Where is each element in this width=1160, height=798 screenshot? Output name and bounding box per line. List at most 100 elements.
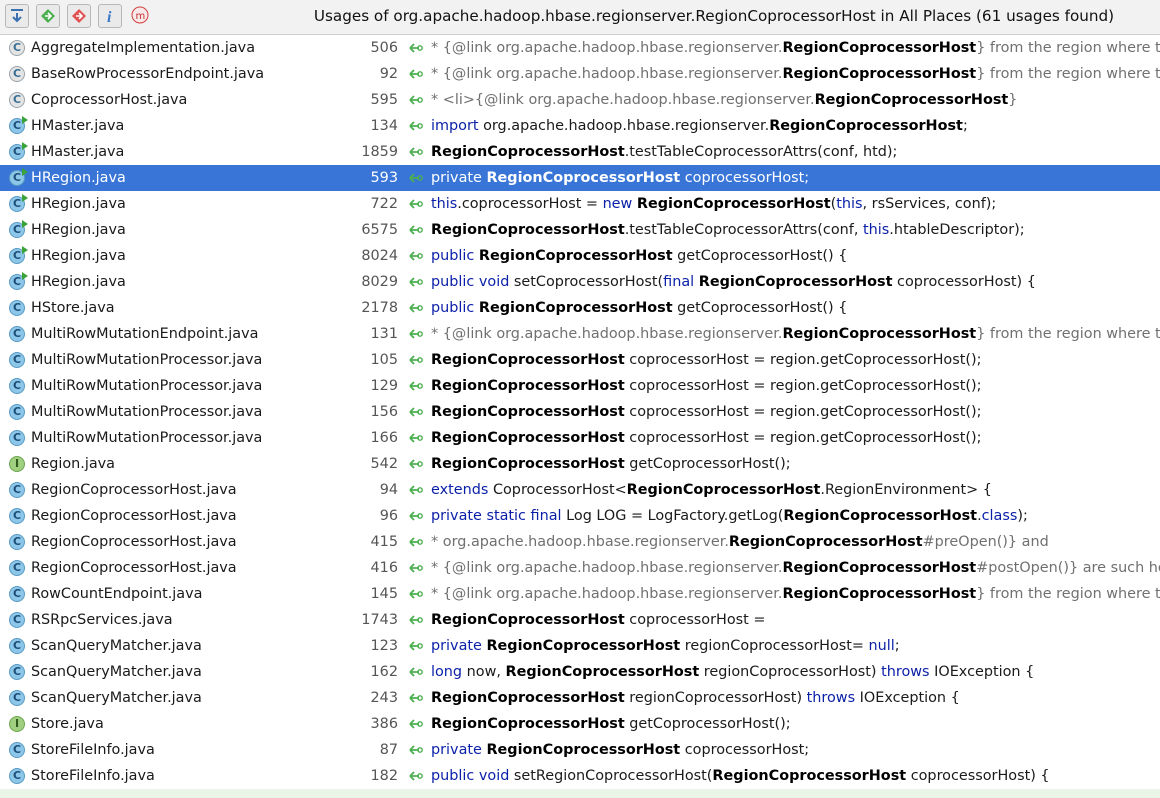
usage-row[interactable]: C HMaster.java 134 import org.apache.hadoop… <box>0 113 1160 139</box>
code-token: coprocessorHost) { <box>906 768 1050 784</box>
usage-row[interactable]: C MultiRowMutationProcessor.java 105 Region… <box>0 347 1160 373</box>
class-icon: C <box>9 560 25 576</box>
matched-symbol: RegionCoprocessorHost <box>782 40 977 56</box>
code-token: ; <box>894 638 900 654</box>
usage-row[interactable]: C HRegion.java 6575 RegionCoprocessorHost.t… <box>0 217 1160 243</box>
class-icon: C <box>9 612 25 628</box>
class-icon: C <box>9 638 25 654</box>
usage-arrow-icon <box>405 61 427 87</box>
code-token: } from the region where th <box>976 326 1160 342</box>
code-token: #postOpen()} are such ho <box>976 560 1160 576</box>
matched-symbol: RegionCoprocessorHost <box>431 690 625 706</box>
line-number: 415 <box>370 534 398 550</box>
usage-row[interactable]: C RegionCoprocessorHost.java 94 extends Cop… <box>0 477 1160 503</box>
usage-row[interactable]: C HRegion.java 593 private RegionCoprocesso… <box>0 165 1160 191</box>
class-icon: C <box>9 66 25 82</box>
usage-arrow-icon <box>405 607 427 633</box>
code-token: public void <box>431 274 514 290</box>
usage-row[interactable]: C StoreFileInfo.java 87 private RegionCopro… <box>0 737 1160 763</box>
usage-arrow-icon <box>405 529 427 555</box>
merge-usages-button[interactable]: m <box>129 4 153 28</box>
usage-row[interactable]: C RSRpcServices.java 1743 RegionCoprocessor… <box>0 607 1160 633</box>
next-occurrence-button[interactable] <box>36 4 60 28</box>
usage-arrow-icon <box>405 373 427 399</box>
code-token: org.apache.hadoop.hbase.regionserver. <box>478 118 770 134</box>
previous-occurrence-button[interactable] <box>67 4 91 28</box>
usage-row[interactable]: C RegionCoprocessorHost.java 415 * org.apa… <box>0 529 1160 555</box>
usage-row[interactable]: C HStore.java 2178 public RegionCoprocessor… <box>0 295 1160 321</box>
usage-row[interactable]: C MultiRowMutationEndpoint.java 131 * {@li… <box>0 321 1160 347</box>
usage-row[interactable]: I Region.java 542 RegionCoprocessorHost get… <box>0 451 1160 477</box>
code-token: } from the region where th <box>976 66 1160 82</box>
usage-row[interactable]: C HMaster.java 1859 RegionCoprocessorHost.t… <box>0 139 1160 165</box>
line-number: 1859 <box>361 144 398 160</box>
expand-all-button[interactable] <box>5 4 29 28</box>
usage-row[interactable]: C MultiRowMutationProcessor.java 129 Region… <box>0 373 1160 399</box>
code-snippet: public void setCoprocessorHost(final Reg… <box>431 269 1036 295</box>
code-token: this <box>431 196 458 212</box>
code-snippet: extends CoprocessorHost<RegionCoprocesso… <box>431 477 992 503</box>
file-name: RSRpcServices.java <box>31 612 173 628</box>
line-number: 6575 <box>361 222 398 238</box>
usage-row[interactable]: C StoreFileInfo.java 182 public void setReg… <box>0 763 1160 789</box>
code-token: coprocessorHost; <box>680 742 810 758</box>
file-name: HRegion.java <box>31 196 126 212</box>
usage-arrow-icon <box>405 425 427 451</box>
matched-symbol: RegionCoprocessorHost <box>431 716 625 732</box>
line-number: 542 <box>370 456 398 472</box>
file-name: MultiRowMutationProcessor.java <box>31 404 263 420</box>
code-token: .testTableCoprocessorAttrs(conf, htd); <box>624 144 898 160</box>
matched-symbol: RegionCoprocessorHost <box>478 300 673 316</box>
matched-symbol: RegionCoprocessorHost <box>626 482 821 498</box>
usage-row[interactable]: C RowCountEndpoint.java 145 * {@link org.a… <box>0 581 1160 607</box>
usage-row[interactable]: C AggregateImplementation.java 506 * {@lin… <box>0 35 1160 61</box>
line-number: 105 <box>370 352 398 368</box>
class-icon: C <box>9 142 28 160</box>
usages-title: Usages of org.apache.hadoop.hbase.region… <box>313 7 1115 25</box>
usage-row[interactable]: C BaseRowProcessorEndpoint.java 92 * {@lin… <box>0 61 1160 87</box>
line-number: 8024 <box>361 248 398 264</box>
usage-row[interactable]: C RegionCoprocessorHost.java 416 * {@link … <box>0 555 1160 581</box>
usage-arrow-icon <box>405 87 427 113</box>
matched-symbol: RegionCoprocessorHost <box>478 248 673 264</box>
matched-symbol: RegionCoprocessorHost <box>782 560 977 576</box>
info-icon: i <box>107 9 112 26</box>
line-number: 134 <box>370 118 398 134</box>
file-name: AggregateImplementation.java <box>31 40 256 56</box>
code-token: setRegionCoprocessorHost( <box>513 768 713 784</box>
code-token: coprocessorHost) { <box>892 274 1036 290</box>
usage-row[interactable]: C CoprocessorHost.java 595 * <li>{@link or… <box>0 87 1160 113</box>
usage-row[interactable]: C ScanQueryMatcher.java 243 RegionCoprocess… <box>0 685 1160 711</box>
usage-arrow-icon <box>405 217 427 243</box>
code-snippet: long now, RegionCoprocessorHost regionCo… <box>431 659 1034 685</box>
usage-row[interactable]: C HRegion.java 722 this.coprocessorHost = n… <box>0 191 1160 217</box>
matched-symbol: RegionCoprocessorHost <box>431 430 625 446</box>
usage-row[interactable]: C RegionCoprocessorHost.java 96 private sta… <box>0 503 1160 529</box>
code-token: now, <box>466 664 506 680</box>
file-name: ScanQueryMatcher.java <box>31 690 202 706</box>
code-token: long <box>431 664 467 680</box>
usage-row[interactable]: C ScanQueryMatcher.java 162 long now, Regio… <box>0 659 1160 685</box>
usage-row[interactable]: C MultiRowMutationProcessor.java 156 Region… <box>0 399 1160 425</box>
info-button[interactable]: i <box>98 4 122 28</box>
usage-arrow-icon <box>405 503 427 529</box>
usage-row[interactable]: C MultiRowMutationProcessor.java 166 Region… <box>0 425 1160 451</box>
line-number: 1743 <box>361 612 398 628</box>
usage-arrow-icon <box>405 399 427 425</box>
matched-symbol: RegionCoprocessorHost <box>431 222 625 238</box>
code-token: public <box>431 300 479 316</box>
usage-arrow-icon <box>405 165 427 191</box>
code-snippet: RegionCoprocessorHost.testTableCoprocess… <box>431 139 897 165</box>
usage-row[interactable]: C HRegion.java 8024 public RegionCoprocesso… <box>0 243 1160 269</box>
usage-row[interactable]: C ScanQueryMatcher.java 123 private RegionC… <box>0 633 1160 659</box>
code-token: coprocessorHost = region.getCoprocessorH… <box>624 352 982 368</box>
code-token: private static final <box>431 508 567 524</box>
code-snippet: private RegionCoprocessorHost coprocesso… <box>431 165 809 191</box>
usage-arrow-icon <box>405 659 427 685</box>
code-snippet: private static final Log LOG = LogFactor… <box>431 503 1028 529</box>
usage-row[interactable]: I Store.java 386 RegionCoprocessorHost getC… <box>0 711 1160 737</box>
line-number: 94 <box>379 482 398 498</box>
usage-row[interactable]: C HRegion.java 8029 public void setCoproces… <box>0 269 1160 295</box>
class-icon: C <box>9 586 25 602</box>
next-row-partial <box>0 789 1160 798</box>
